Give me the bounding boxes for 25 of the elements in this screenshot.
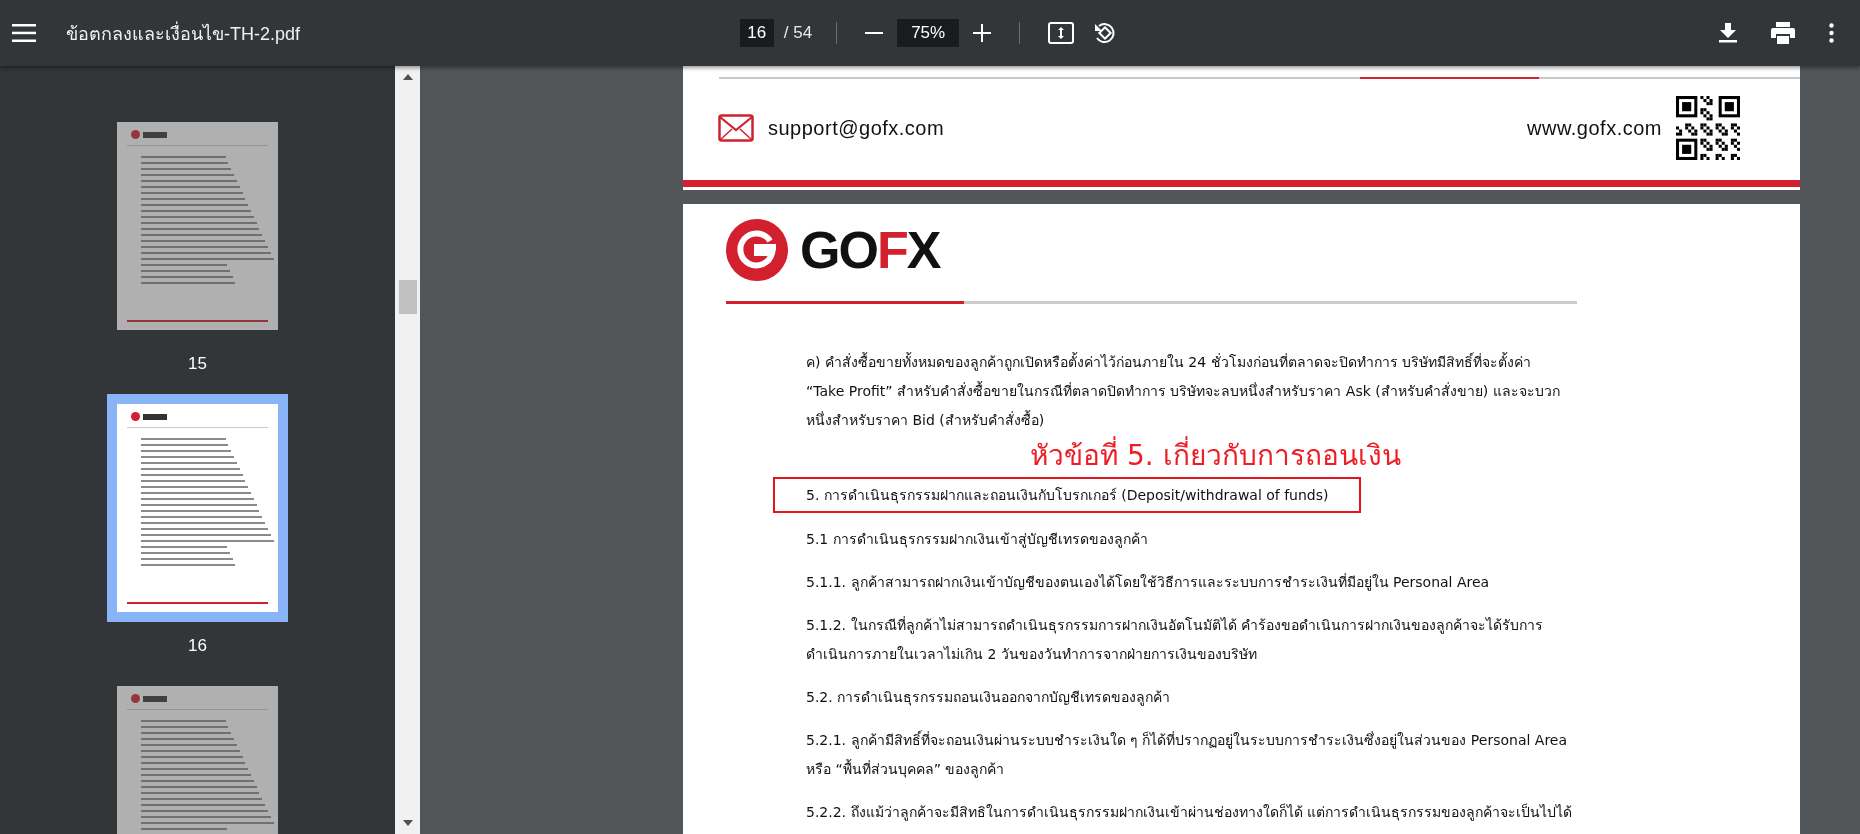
page-number-label: 16 — [188, 636, 207, 656]
email-address: support@gofx.com — [768, 116, 945, 140]
paragraph: 5. การดำเนินธุรกรรมฝากและถอนเงินกับโบรกเกอร์ (Deposit/withdrawal of funds) — [806, 486, 1329, 506]
scrollbar-thumb[interactable] — [398, 280, 417, 314]
scroll-up-icon[interactable] — [402, 74, 413, 80]
qr-code-icon — [1676, 96, 1740, 160]
paragraph: 5.1.2. ในกรณีที่ลูกค้าไม่สามารถดำเนินธุรกรรมการฝากเงินอัตโนมัติได้ คำร้องขอดำเนินการฝากเงินของลูกค้าจะได้รับการ ดำเนินการภายในเวลาไม่เกิน 2 วันของวันทำการจากฝ่ายการเงินของบริษัท — [806, 615, 1543, 664]
scrollbar[interactable] — [395, 66, 420, 834]
scroll-down-icon[interactable] — [402, 820, 413, 826]
page-number-label: 15 — [188, 354, 207, 374]
paragraph: ค) คำสั่งซื้อขายทั้งหมดของลูกค้าถูกเปิดหรือตั้งค่าไว้ก่อนภายใน 24 ชั่วโมงก่อนที่ตลาดจะปิดทำการ บริษัทมีสิทธิ์ที่จะตั้งค่า “Take Profit” สำหรับคำสั่งซื้อขายในกรณีที่ตลาดปิดทำการ บริษัทจะลบหนึ่งสำหรับราคา Ask (สำหรับคำสั่งขาย) และจะบวก หนึ่งสำหรับราคา Bid (สำหรับคำสั่งซื้อ) — [806, 351, 1560, 430]
paragraph: 5.1.1. ลูกค้าสามารถฝากเงินเข้าบัญชีของตนเองได้โดยใช้วิธีการและระบบการชำระเงินที่มีอยู่ใน Personal Area — [806, 572, 1490, 593]
page-total: / 54 — [783, 23, 813, 43]
page-thumbnail[interactable] — [107, 394, 288, 622]
page-number-field[interactable]: 16 — [739, 19, 774, 47]
website-address: www.gofx.com — [1527, 116, 1662, 140]
paragraph: 5.2. การดำเนินธุรกรรมถอนเงินออกจากบัญชีเทรดของลูกค้า — [806, 688, 1171, 708]
zoom-field[interactable]: 75% — [897, 19, 960, 47]
document-title: ข้อตกลงและเงื่อนไข-TH-2.pdf — [66, 20, 301, 46]
paragraph: 5.2.1. ลูกค้ามีสิทธิ์ที่จะถอนเงินผ่านระบบชำระเงินใด ๆ ก็ได้ที่ปรากฏอยู่ในระบบการชำระเงินซึ่งอยู่ในส่วนของ Personal Area หรือ “พื้นที่ส่วนบุคคล” ของลูกค้า — [806, 729, 1568, 780]
logo-icon — [726, 219, 788, 281]
envelope-icon — [718, 114, 754, 142]
paragraph: 5.2.2. ถึงแม้ว่าลูกค้าจะมีสิทธิในการดำเนินธุรกรรมฝากเงินเข้าผ่านช่องทางใดก็ได้ แต่การดำเนินธุรกรรมของลูกค้าจะเป็นไปได้ — [806, 802, 1572, 823]
logo-wordmark: GOFX — [800, 224, 940, 276]
paragraph: 5.1 การดำเนินธุรกรรมฝากเงินเข้าสู่บัญชีเทรดของลูกค้า — [806, 530, 1148, 550]
